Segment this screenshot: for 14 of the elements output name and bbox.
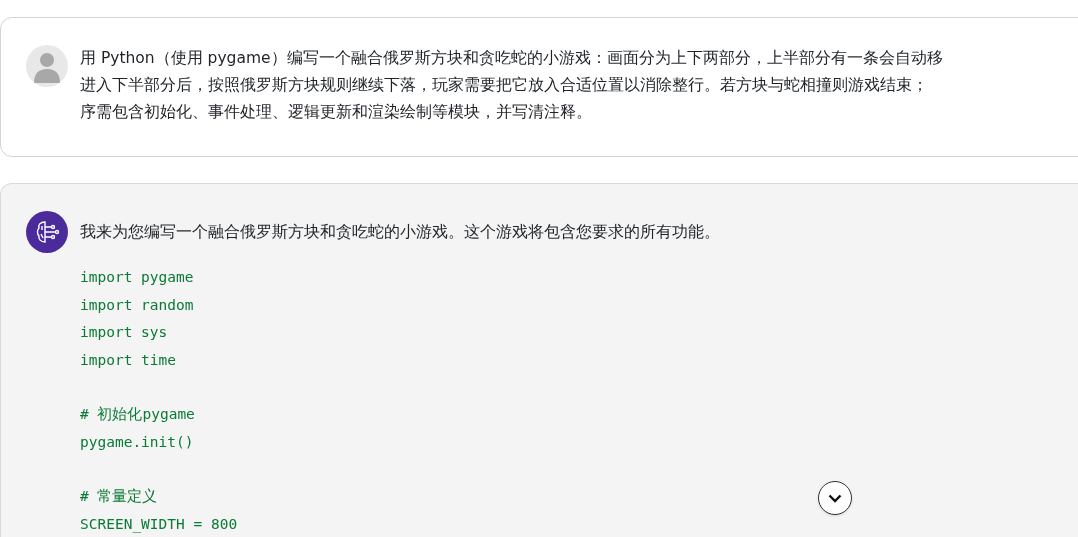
code-line: import time	[80, 350, 178, 370]
code-line: import random	[80, 295, 195, 315]
code-line: SCREEN_WIDTH = 800	[80, 514, 239, 535]
response-text: 我来为您编写一个融合俄罗斯方块和贪吃蛇的小游戏。这个游戏将包含您要求的所有功能。	[80, 222, 720, 243]
message-text-line: 用 Python（使用 pygame）编写一个融合俄罗斯方块和贪吃蛇的小游戏：画面分为上下两部分，上半部分有一条会自动移	[80, 48, 943, 69]
chevron-down-icon	[828, 493, 842, 503]
message-text-line: 序需包含初始化、事件处理、逻辑更新和渲染绘制等模块，并写清注释。	[80, 102, 593, 123]
code-line: # 初始化pygame	[80, 405, 196, 424]
code-line: import sys	[80, 323, 169, 342]
circuit-brain-icon	[34, 219, 60, 245]
code-line: pygame.init()	[80, 432, 195, 452]
code-line: # 常量定义	[80, 487, 159, 506]
code-line: import pygame	[80, 268, 195, 287]
message-text-line: 进入下半部分后，按照俄罗斯方块规则继续下落，玩家需要把它放入合适位置以消除整行。若方块与蛇相撞则游戏结束；	[80, 75, 929, 96]
